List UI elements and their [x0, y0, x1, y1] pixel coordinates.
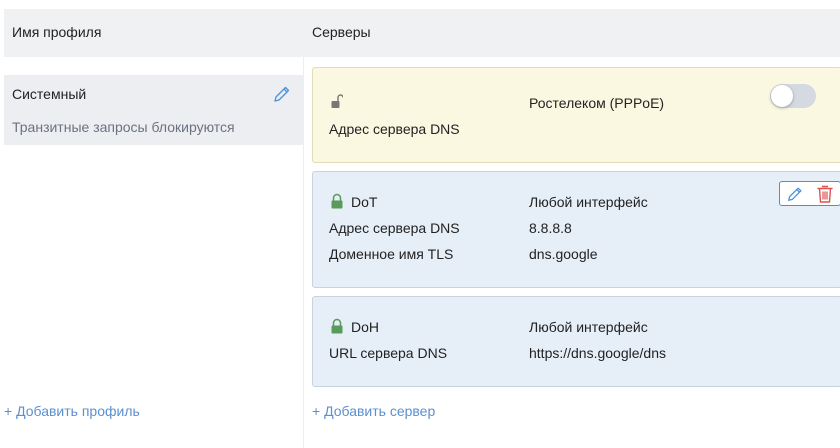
server-card-system[interactable]: Ростелеком (PPPoE) Адрес сервера DNS: [312, 67, 840, 163]
delete-server-button[interactable]: [815, 184, 835, 204]
unlocked-icon: [331, 94, 343, 108]
server-interface: Любой интерфейс: [529, 319, 648, 335]
dns-url-label: URL сервера DNS: [329, 345, 448, 361]
tls-domain-label: Доменное имя TLS: [329, 246, 454, 262]
dns-address-value: 8.8.8.8: [529, 220, 572, 236]
server-card-dot[interactable]: DoT Любой интерфейс Адрес сервера DNS 8.…: [312, 171, 840, 288]
server-card-doh[interactable]: DoH Любой интерфейс URL сервера DNS http…: [312, 296, 840, 387]
header-profile-name: Имя профиля: [12, 24, 102, 40]
toggle-knob: [771, 85, 793, 107]
trash-icon: [817, 185, 833, 203]
edit-server-button[interactable]: [785, 184, 805, 204]
dns-address-label: Адрес сервера DNS: [329, 220, 460, 236]
column-divider: [303, 57, 304, 448]
server-interface: Ростелеком (PPPoE): [529, 95, 665, 111]
lock-icon: [331, 318, 343, 334]
lock-icon: [331, 193, 343, 209]
add-server-link[interactable]: + Добавить сервер: [312, 403, 435, 419]
profile-description: Транзитные запросы блокируются: [12, 119, 235, 135]
dns-url-value: https://dns.google/dns: [529, 345, 666, 361]
add-profile-link[interactable]: + Добавить профиль: [4, 403, 140, 419]
profile-name: Системный: [12, 86, 87, 102]
edit-profile-button[interactable]: [272, 84, 292, 104]
server-interface: Любой интерфейс: [529, 194, 648, 210]
server-actions: [779, 181, 840, 206]
profile-item-system[interactable]: Системный Транзитные запросы блокируются: [4, 75, 303, 145]
server-protocol: DoT: [351, 194, 378, 210]
dns-address-label: Адрес сервера DNS: [329, 121, 460, 137]
server-protocol: DoH: [351, 319, 380, 335]
table-header: [4, 9, 840, 57]
system-server-toggle[interactable]: [770, 84, 816, 108]
pencil-icon: [274, 86, 290, 102]
header-servers: Серверы: [312, 24, 371, 40]
tls-domain-value: dns.google: [529, 246, 598, 262]
pencil-icon: [788, 187, 802, 201]
